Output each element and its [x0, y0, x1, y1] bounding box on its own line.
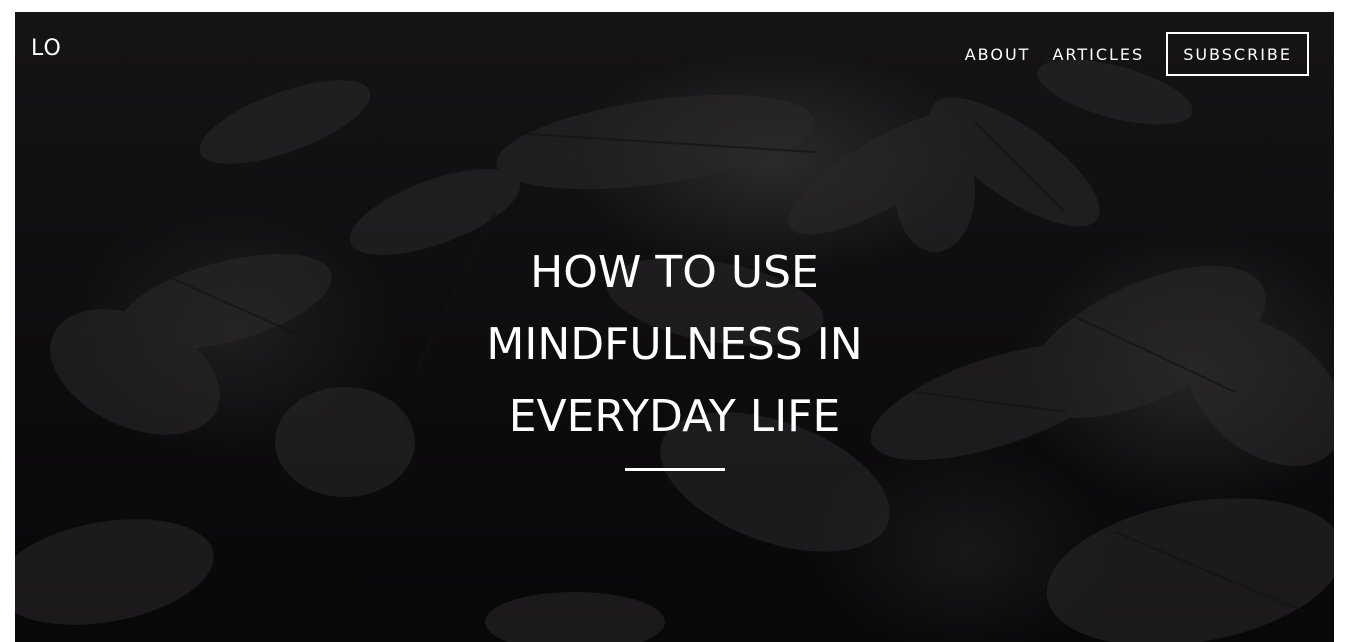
hero-title-line-1: HOW TO USE: [530, 247, 819, 298]
main-nav: ABOUT ARTICLES SUBSCRIBE: [965, 32, 1309, 76]
nav-link-articles[interactable]: ARTICLES: [1052, 45, 1144, 64]
hero-title-line-2: MINDFULNESS IN: [486, 319, 863, 370]
hero-section: LO ABOUT ARTICLES SUBSCRIBE HOW TO USE M…: [15, 12, 1334, 642]
hero-title-line-3: EVERYDAY LIFE: [508, 391, 841, 442]
hero-title: HOW TO USE MINDFULNESS IN EVERYDAY LIFE: [15, 237, 1334, 453]
subscribe-button[interactable]: SUBSCRIBE: [1166, 32, 1309, 76]
title-divider: [625, 468, 725, 471]
site-logo[interactable]: LO: [31, 36, 62, 61]
nav-link-about[interactable]: ABOUT: [965, 45, 1031, 64]
